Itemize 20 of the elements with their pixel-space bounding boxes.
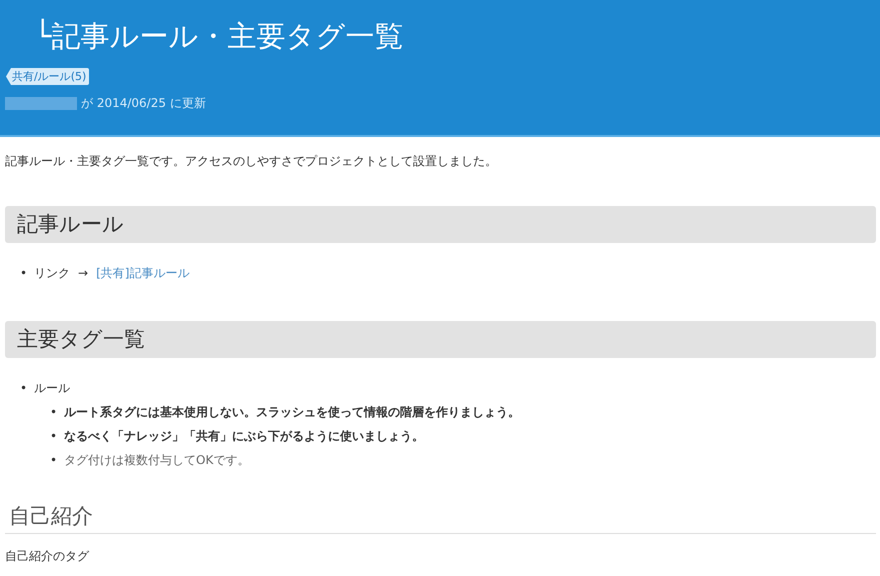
page-title: └記事ルール・主要タグ一覧 <box>34 18 404 55</box>
update-info: が 2014/06/25 に更新 <box>81 95 206 112</box>
list-item-text: なるべく「ナレッジ」「共有」にぶら下がるように使いましょう。 <box>64 428 424 445</box>
list-item-text: ルール <box>34 380 70 397</box>
arrow-text: → <box>78 265 88 282</box>
bullet: • <box>50 404 56 421</box>
bullet: • <box>50 428 56 445</box>
list-item-text: リンク <box>34 265 70 282</box>
list-item-text: タグ付けは複数付与してOKです。 <box>64 452 250 469</box>
paragraph-text: 自己紹介のタグ <box>5 548 90 565</box>
bullet: • <box>50 452 56 469</box>
list-item-text: ルート系タグには基本使用しない。スラッシュを使って情報の階層を作りましょう。 <box>64 404 520 421</box>
intro-text: 記事ルール・主要タグ一覧です。アクセスのしやすさでプロジェクトとして設置しました。 <box>5 153 498 170</box>
bullet: • <box>20 380 26 397</box>
tag-link[interactable]: 共有/ルール(5) <box>6 68 90 85</box>
section-heading: 自己紹介 <box>5 502 876 534</box>
section-heading: 主要タグ一覧 <box>5 321 876 358</box>
bullet: • <box>20 265 26 282</box>
section-heading: 記事ルール <box>5 206 876 243</box>
link[interactable]: [共有]記事ルール <box>96 261 190 285</box>
